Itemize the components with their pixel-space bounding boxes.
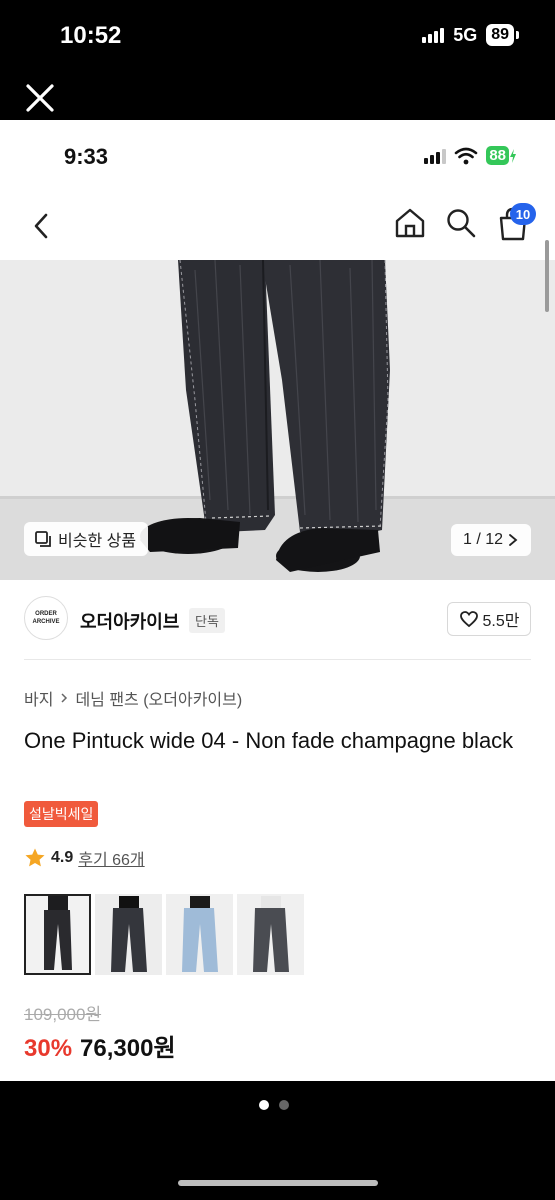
- product-title: One Pintuck wide 04 - Non fade champagne…: [24, 728, 514, 753]
- exclusive-tag: 단독: [189, 608, 225, 633]
- outer-time: 10:52: [60, 22, 122, 49]
- network-label: 5G: [453, 24, 478, 45]
- inner-time: 9:33: [64, 144, 109, 169]
- rating-score: 4.9: [51, 849, 74, 866]
- brand-name[interactable]: 오더아카이브: [80, 608, 179, 634]
- image-counter-label: 1 / 12: [462, 531, 504, 548]
- outer-status-bar: 10:52 5G 89: [0, 0, 555, 70]
- breadcrumb: 바지 데님 팬츠 (오더아카이브): [24, 686, 242, 710]
- home-indicator[interactable]: [178, 1180, 378, 1186]
- breadcrumb-item-denim[interactable]: 데님 팬츠 (오더아카이브): [75, 686, 242, 710]
- brand-row: ORDER ARCHIVE 오더아카이브 단독 5.5만: [0, 580, 555, 660]
- product-image[interactable]: 비슷한 상품 1 / 12: [0, 260, 555, 580]
- like-button[interactable]: 5.5만: [447, 602, 531, 636]
- close-icon[interactable]: [22, 80, 58, 116]
- product-page-screenshot: 9:33 88 10 비슷한 상품 1 / 12 ORDER ARCHIVE 오…: [0, 120, 555, 1081]
- home-icon[interactable]: [393, 205, 427, 241]
- brand-logo[interactable]: ORDER ARCHIVE: [24, 596, 68, 640]
- outer-status-icons: 5G 89: [422, 24, 519, 46]
- top-navigation: [0, 195, 555, 260]
- color-options: [24, 894, 304, 975]
- wifi-icon: [455, 147, 478, 164]
- like-count: 5.5만: [482, 613, 520, 630]
- divider: [24, 659, 531, 660]
- discount-rate: 30%: [24, 1035, 73, 1062]
- color-option-champagne-black[interactable]: [24, 894, 91, 975]
- page-dot-1[interactable]: [259, 1100, 269, 1110]
- search-icon[interactable]: [444, 205, 478, 241]
- battery-icon: 88: [486, 146, 517, 165]
- heart-icon: [459, 611, 478, 628]
- signal-icon: [422, 27, 445, 43]
- page-dot-2[interactable]: [279, 1100, 289, 1110]
- color-option-light-blue[interactable]: [166, 894, 233, 975]
- color-option-washed-black[interactable]: [237, 894, 304, 975]
- breadcrumb-item-pants[interactable]: 바지: [24, 686, 53, 710]
- scrollbar[interactable]: [545, 240, 549, 312]
- reviews-link[interactable]: 후기 66개: [78, 846, 144, 870]
- price-row: 30% 76,300원: [24, 1028, 176, 1063]
- back-icon[interactable]: [28, 209, 54, 243]
- cart-count-badge: 10: [510, 203, 536, 225]
- original-price: 109,000원: [24, 1005, 102, 1024]
- page-indicator: [259, 1100, 289, 1110]
- image-counter[interactable]: 1 / 12: [451, 524, 531, 556]
- battery-icon: 89: [486, 24, 519, 46]
- chevron-right-icon: [509, 534, 518, 546]
- color-option-black[interactable]: [95, 894, 162, 975]
- signal-icon: [424, 148, 447, 164]
- star-icon: [25, 848, 45, 867]
- battery-level: 89: [486, 24, 514, 46]
- similar-icon: [35, 531, 51, 547]
- inner-status-bar: 9:33 88: [0, 120, 555, 195]
- similar-products-button[interactable]: 비슷한 상품: [24, 522, 149, 556]
- chevron-right-icon: [61, 693, 68, 703]
- sale-badge: 설날빅세일: [24, 801, 99, 827]
- brand-logo-text: ORDER ARCHIVE: [32, 611, 60, 625]
- inner-status-icons: 88: [424, 146, 517, 165]
- rating-row: 4.9 후기 66개: [24, 846, 145, 870]
- battery-level: 88: [486, 146, 509, 165]
- similar-products-label: 비슷한 상품: [58, 533, 137, 550]
- sale-price: 76,300원: [80, 1035, 176, 1062]
